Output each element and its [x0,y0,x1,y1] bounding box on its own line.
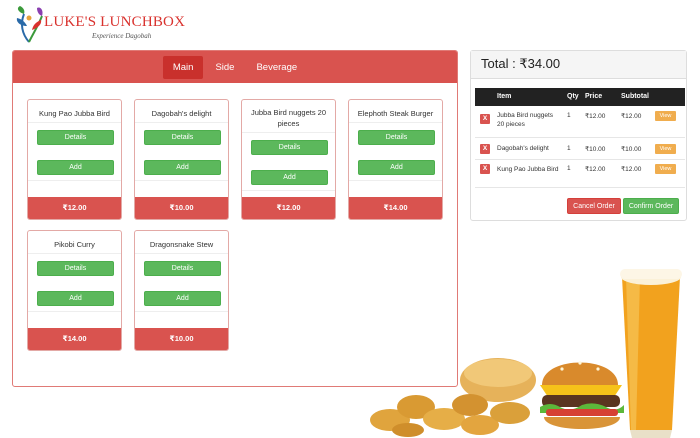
card-divider [349,180,442,181]
menu-item-card: Pikobi Curry Details Add ₹14.00 [27,230,122,351]
details-button[interactable]: Details [37,261,114,276]
category-tab-bar: Main Side Beverage [13,51,457,83]
card-divider [242,190,335,191]
add-button[interactable]: Add [37,291,114,306]
card-divider [28,253,121,254]
details-button[interactable]: Details [251,140,328,155]
menu-item-price: ₹10.00 [135,328,228,350]
card-divider [135,253,228,254]
order-item-subtotal: ₹12.00 [621,113,642,120]
details-button[interactable]: Details [358,130,435,145]
order-item-subtotal: ₹12.00 [621,166,642,173]
tab-side[interactable]: Side [205,56,244,79]
card-divider [135,180,228,181]
menu-item-card: Dragonsnake Stew Details Add ₹10.00 [134,230,229,351]
add-button[interactable]: Add [37,160,114,175]
order-table: Item Qty Price Subtotal X Jubba Bird nug… [475,88,685,188]
total-value: ₹34.00 [519,56,561,71]
menu-item-price: ₹14.00 [28,328,121,350]
card-divider [242,132,335,133]
remove-item-button[interactable]: X [480,164,490,174]
menu-item-name: Dragonsnake Stew [149,240,214,249]
details-button[interactable]: Details [144,130,221,145]
card-divider [135,122,228,123]
burger-image [540,361,624,429]
card-divider [28,180,121,181]
menu-item-name: Elephoth Steak Burger [357,109,434,118]
order-item-price: ₹10.00 [585,146,606,153]
column-header-item: Item [497,93,512,100]
add-button[interactable]: Add [144,291,221,306]
column-header-qty: Qty [567,93,579,100]
order-item-price: ₹12.00 [585,166,606,173]
order-item-price: ₹12.00 [585,113,606,120]
menu-item-card: Dagobah's delight Details Add ₹10.00 [134,99,229,220]
card-divider [349,122,442,123]
food-illustration [370,269,682,438]
cancel-order-button[interactable]: Cancel Order [567,198,621,214]
menu-item-price: ₹14.00 [349,197,442,219]
order-item-qty: 1 [567,112,571,119]
remove-item-button[interactable]: X [480,114,490,124]
total-label: Total : [481,56,516,71]
column-header-price: Price [585,93,603,100]
card-divider [28,122,121,123]
menu-item-price: ₹10.00 [135,197,228,219]
menu-item-card: Kung Pao Jubba Bird Details Add ₹12.00 [27,99,122,220]
menu-item-name: Dagobah's delight [151,109,212,118]
beer-glass-image [620,269,682,438]
view-item-button[interactable]: View [655,144,676,154]
order-item-name: Kung Pao Jubba Bird [497,166,559,173]
order-row: X Kung Pao Jubba Bird 1 ₹12.00 ₹12.00 Vi… [475,160,685,188]
view-item-button[interactable]: View [655,164,676,174]
order-item-name: Dagobah's delight [497,145,549,152]
menu-item-name: Kung Pao Jubba Bird [39,109,110,118]
card-divider [28,311,121,312]
card-divider [135,311,228,312]
brand-title: LUKE'S LUNCHBOX [44,14,186,30]
brand-logo[interactable]: LUKE'S LUNCHBOX Experience Dagobah [12,4,202,48]
brand-subtitle: Experience Dagobah [92,32,152,40]
column-header-subtotal: Subtotal [621,93,649,100]
order-item-name: Jubba Bird nuggets 20 pieces [497,112,554,128]
order-row: X Jubba Bird nuggets 20 pieces 1 ₹12.00 … [475,106,685,138]
details-button[interactable]: Details [37,130,114,145]
order-panel: Total : ₹34.00 Item Qty Price Subtotal X… [470,50,687,221]
order-item-qty: 1 [567,145,571,152]
add-button[interactable]: Add [358,160,435,175]
order-table-header: Item Qty Price Subtotal [475,88,685,106]
tab-beverage[interactable]: Beverage [246,56,307,79]
tab-main[interactable]: Main [162,55,204,79]
menu-item-price: ₹12.00 [28,197,121,219]
menu-item-price: ₹12.00 [242,197,335,219]
menu-item-card: Jubba Bird nuggets 20 pieces Details Add… [241,99,336,220]
order-item-qty: 1 [567,165,571,172]
confirm-order-button[interactable]: Confirm Order [623,198,679,214]
order-item-subtotal: ₹10.00 [621,146,642,153]
order-total: Total : ₹34.00 [471,51,686,79]
details-button[interactable]: Details [144,261,221,276]
menu-item-name: Pikobi Curry [54,240,95,249]
menu-item-card: Elephoth Steak Burger Details Add ₹14.00 [348,99,443,220]
add-button[interactable]: Add [144,160,221,175]
lunchbox-logo-icon [16,6,43,43]
remove-item-button[interactable]: X [480,144,490,154]
add-button[interactable]: Add [251,170,328,185]
view-item-button[interactable]: View [655,111,676,121]
menu-item-name: Jubba Bird nuggets 20 pieces [250,108,327,128]
order-row: X Dagobah's delight 1 ₹10.00 ₹10.00 View [475,138,685,160]
